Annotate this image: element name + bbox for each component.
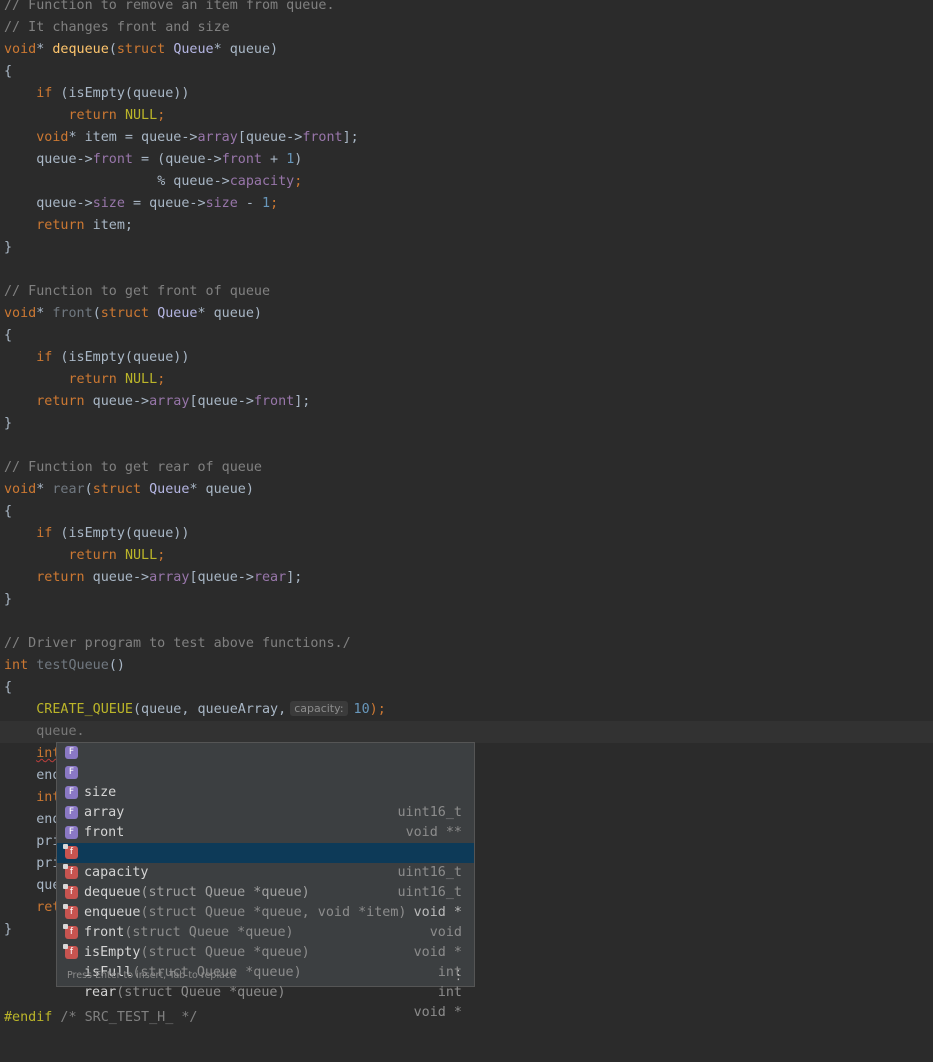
function-icon: f	[63, 924, 78, 939]
code-line: if (isEmpty(queue))	[36, 350, 190, 365]
code-line: int testQueue()	[4, 658, 125, 673]
more-options-icon[interactable]: ⋮	[452, 965, 465, 986]
code-line: // Function to remove an item from queue…	[4, 0, 335, 13]
code-line: }	[4, 592, 13, 607]
completion-item-front-field[interactable]: F front uint16_t	[57, 783, 474, 860]
field-icon: F	[65, 786, 78, 799]
code-line: ret	[36, 900, 61, 915]
function-icon: f	[63, 864, 78, 879]
code-line: return queue->array[queue->front];	[36, 394, 311, 409]
code-line: return NULL;	[68, 548, 166, 563]
completion-item-enqueue[interactable]: f enqueue(struct Queue *queue, void *ite…	[57, 863, 474, 940]
code-line: void* item = queue->array[queue->front];	[36, 130, 359, 145]
code-line: return queue->array[queue->rear];	[36, 570, 303, 585]
code-line: if (isEmpty(queue))	[36, 86, 190, 101]
code-line: }	[4, 416, 13, 431]
code-line: return NULL;	[68, 108, 166, 123]
caret-line-highlight	[0, 721, 933, 743]
code-line: queue->size = queue->size - 1;	[36, 196, 279, 211]
code-line: int	[36, 746, 61, 761]
code-line: queue->front = (queue->front + 1)	[36, 152, 303, 167]
code-line: CREATE_QUEUE(queue, queueArray, capacity:…	[36, 701, 386, 717]
field-icon: F	[65, 746, 78, 759]
code-line: // It changes front and size	[4, 20, 230, 35]
code-line: // Driver program to test above function…	[4, 636, 351, 651]
code-completion-popup[interactable]: F size uint16_t F array void ** F front …	[56, 742, 475, 1020]
completion-item-array[interactable]: F array void **	[57, 763, 474, 840]
code-line: void* rear(struct Queue* queue)	[4, 482, 254, 497]
completion-hint-text: Press Enter to insert, Tab to replace	[67, 970, 236, 981]
code-line: }	[4, 922, 13, 937]
completion-item-capacity[interactable]: F capacity uint16_t	[57, 823, 474, 900]
code-line: {	[4, 328, 13, 343]
code-line: {	[4, 504, 13, 519]
completion-item-rear-field[interactable]: F rear uint16_t	[57, 803, 474, 880]
code-line-current[interactable]: queue.	[4, 721, 84, 743]
parameter-hint: capacity:	[290, 701, 348, 716]
code-line: void* front(struct Queue* queue)	[4, 306, 262, 321]
code-line: pri	[36, 856, 61, 871]
code-line: return item;	[36, 218, 133, 233]
code-line: enq	[36, 768, 61, 783]
code-line: int	[36, 790, 61, 805]
completion-item-rear-function[interactable]: f rear(struct Queue *queue) void *	[57, 943, 474, 1020]
function-icon: f	[63, 884, 78, 899]
code-line: // Function to get front of queue	[4, 284, 271, 299]
completion-item-front-function[interactable]: f front(struct Queue *queue) void *	[57, 883, 474, 960]
completion-item-size[interactable]: F size uint16_t	[57, 743, 474, 820]
code-line: pri	[36, 834, 61, 849]
completion-item-isempty[interactable]: f isEmpty(struct Queue *queue) int	[57, 903, 474, 980]
completion-item-dequeue[interactable]: f dequeue(struct Queue *queue) void *	[57, 843, 474, 920]
code-line: // Function to get rear of queue	[4, 460, 262, 475]
completion-item-isfull[interactable]: f isFull(struct Queue *queue) int	[57, 923, 474, 1000]
code-line: enq	[36, 812, 61, 827]
function-icon: f	[63, 944, 78, 959]
field-icon: F	[65, 766, 78, 779]
code-line: {	[4, 64, 13, 79]
code-editor[interactable]: // Function to remove an item from queue…	[0, 0, 933, 1062]
code-line: if (isEmpty(queue))	[36, 526, 190, 541]
code-line: }	[4, 240, 13, 255]
function-icon: f	[63, 844, 78, 859]
code-line: {	[4, 680, 13, 695]
code-line: void* dequeue(struct Queue* queue)	[4, 42, 279, 57]
function-icon: f	[63, 904, 78, 919]
code-line: que	[36, 878, 61, 893]
field-icon: F	[65, 826, 78, 839]
field-icon: F	[65, 806, 78, 819]
code-line: % queue->capacity;	[157, 174, 303, 189]
completion-footer: Press Enter to insert, Tab to replace ⋮	[57, 965, 474, 986]
code-line: return NULL;	[68, 372, 166, 387]
